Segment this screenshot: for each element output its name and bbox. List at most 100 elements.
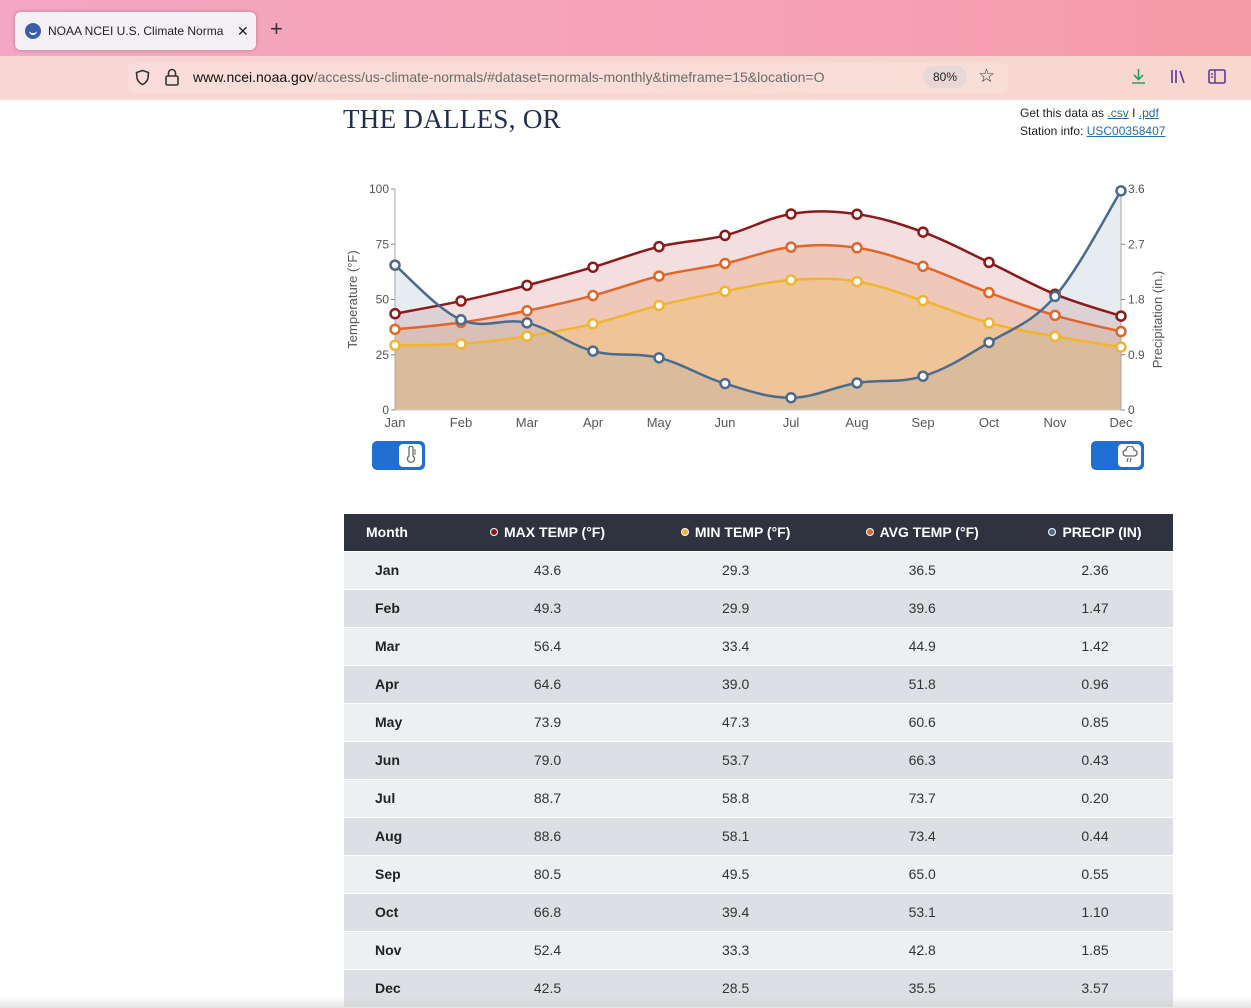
min-temp-point[interactable] xyxy=(983,317,995,329)
min-temp-point[interactable] xyxy=(851,275,863,288)
download-icon[interactable] xyxy=(1130,67,1147,88)
table-row: Jan 43.6 29.3 36.5 2.36 xyxy=(344,550,1173,589)
max-temp-point[interactable] xyxy=(983,256,995,269)
min-temp-point[interactable] xyxy=(1049,330,1061,343)
precip-point[interactable] xyxy=(389,259,401,271)
max-temp-point[interactable] xyxy=(1115,310,1127,322)
max-temp-point[interactable] xyxy=(785,208,797,220)
zoom-level-badge[interactable]: 80% xyxy=(923,66,967,88)
min-temp-point[interactable] xyxy=(389,339,401,351)
table-cell-value: 36.5 xyxy=(827,550,1018,589)
table-row: Apr 64.6 39.0 51.8 0.96 xyxy=(344,664,1173,703)
precip-point[interactable] xyxy=(851,377,863,389)
new-tab-icon[interactable]: + xyxy=(270,18,283,40)
x-tick-label: Aug xyxy=(845,415,868,430)
table-cell-value: 58.1 xyxy=(643,816,828,855)
y-tick-label: 100 xyxy=(369,182,389,196)
max-temp-point[interactable] xyxy=(851,208,863,220)
table-row: May 73.9 47.3 60.6 0.85 xyxy=(344,702,1173,741)
table-row: Oct 66.8 39.4 53.1 1.10 xyxy=(344,892,1173,931)
max-temp-point[interactable] xyxy=(455,295,467,307)
bottom-fade xyxy=(0,996,1251,1008)
avg-temp-point[interactable] xyxy=(521,305,533,317)
y2-tick-label: 2.7 xyxy=(1128,237,1145,251)
precip-point[interactable] xyxy=(1049,290,1061,303)
library-icon[interactable] xyxy=(1170,68,1188,88)
x-tick-label: Nov xyxy=(1043,415,1067,430)
precip-point[interactable] xyxy=(983,336,995,349)
table-cell-value: 29.9 xyxy=(643,588,828,627)
precip-point[interactable] xyxy=(587,345,599,357)
temperature-toggle[interactable] xyxy=(372,441,425,470)
browser-nav-bar: www.ncei.noaa.gov/access/us-climate-norm… xyxy=(0,56,1251,100)
table-cell-value: 0.43 xyxy=(1017,740,1173,779)
table-cell-value: 49.3 xyxy=(451,588,644,627)
x-tick-label: Oct xyxy=(979,415,1000,430)
precip-point[interactable] xyxy=(455,314,467,326)
min-temp-point[interactable] xyxy=(719,285,731,298)
max-temp-point[interactable] xyxy=(587,261,599,273)
header-month[interactable]: Month xyxy=(344,514,452,551)
sidebar-icon[interactable] xyxy=(1208,69,1226,87)
avg-temp-point[interactable] xyxy=(719,257,731,270)
table-cell-value: 51.8 xyxy=(827,664,1018,703)
max-temp-point[interactable] xyxy=(653,240,665,253)
x-tick-label: Mar xyxy=(516,415,539,430)
avg-temp-point[interactable] xyxy=(917,260,929,273)
min-temp-point[interactable] xyxy=(455,338,467,350)
table-cell-value: 66.8 xyxy=(451,892,644,931)
max-temp-point[interactable] xyxy=(389,307,401,320)
min-temp-point[interactable] xyxy=(785,274,797,286)
min-temp-point[interactable] xyxy=(521,330,533,342)
avg-temp-point[interactable] xyxy=(1049,309,1061,322)
precip-point[interactable] xyxy=(719,377,731,390)
min-temp-point[interactable] xyxy=(1115,341,1127,353)
min-temp-point[interactable] xyxy=(587,318,599,330)
avg-temp-point[interactable] xyxy=(653,270,665,282)
table-cell-value: 1.42 xyxy=(1017,626,1173,665)
avg-temp-point[interactable] xyxy=(851,242,863,254)
header-avg-temp[interactable]: AVG TEMP (°F) xyxy=(827,514,1018,551)
table-cell-value: 53.1 xyxy=(827,892,1018,931)
precip-point[interactable] xyxy=(521,317,533,329)
table-cell-value: 0.55 xyxy=(1017,854,1173,893)
max-temp-point[interactable] xyxy=(719,229,731,242)
browser-tab[interactable]: NOAA NCEI U.S. Climate Norma ✕ xyxy=(15,12,256,50)
table-row: Aug 88.6 58.1 73.4 0.44 xyxy=(344,816,1173,855)
avg-temp-point[interactable] xyxy=(389,323,401,336)
station-id-link[interactable]: USC00358407 xyxy=(1087,124,1166,138)
precip-point[interactable] xyxy=(1115,185,1127,197)
min-temp-point[interactable] xyxy=(653,299,665,312)
close-tab-icon[interactable]: ✕ xyxy=(237,23,249,40)
x-tick-label: Jun xyxy=(715,415,736,430)
bookmark-star-icon[interactable]: ☆ xyxy=(978,67,995,86)
url-text[interactable]: www.ncei.noaa.gov/access/us-climate-norm… xyxy=(193,69,913,85)
avg-temp-point[interactable] xyxy=(785,241,797,253)
avg-temp-point[interactable] xyxy=(587,289,599,302)
csv-link[interactable]: .csv xyxy=(1107,106,1128,120)
precipitation-toggle[interactable] xyxy=(1091,441,1144,470)
header-max-temp[interactable]: MAX TEMP (°F) xyxy=(451,514,644,551)
precip-point[interactable] xyxy=(785,391,797,404)
header-min-temp[interactable]: MIN TEMP (°F) xyxy=(643,514,828,551)
shield-icon[interactable] xyxy=(134,69,151,89)
avg-temp-point[interactable] xyxy=(983,286,995,299)
header-precip[interactable]: PRECIP (IN) xyxy=(1017,514,1173,551)
table-cell-month: Jan xyxy=(344,550,452,589)
min-temp-legend-dot xyxy=(680,528,689,537)
max-temp-point[interactable] xyxy=(521,279,533,292)
browser-tab-bar: NOAA NCEI U.S. Climate Norma ✕ + xyxy=(0,0,1251,56)
max-temp-point[interactable] xyxy=(917,226,929,238)
pdf-link[interactable]: .pdf xyxy=(1139,106,1159,120)
table-cell-value: 0.85 xyxy=(1017,702,1173,741)
lock-icon[interactable] xyxy=(164,68,180,89)
precip-point[interactable] xyxy=(653,352,665,364)
x-tick-label: May xyxy=(647,415,672,430)
min-temp-point[interactable] xyxy=(917,294,929,307)
y-tick-label: 50 xyxy=(376,293,390,307)
table-cell-value: 60.6 xyxy=(827,702,1018,741)
precip-point[interactable] xyxy=(917,370,929,382)
noaa-favicon-icon xyxy=(25,23,41,39)
table-cell-value: 0.44 xyxy=(1017,816,1173,855)
avg-temp-point[interactable] xyxy=(1115,325,1127,338)
